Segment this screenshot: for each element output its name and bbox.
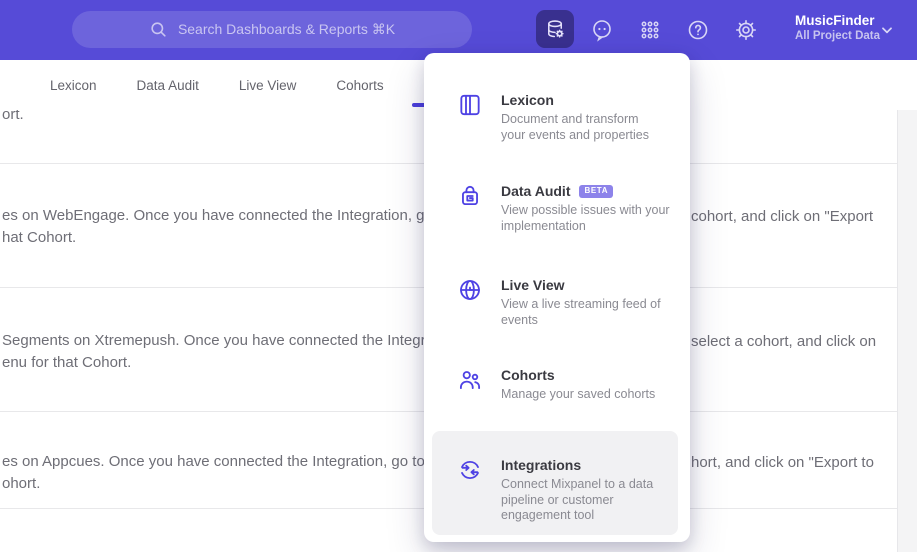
row-webengage-right: cohort, and click on "Export (691, 208, 874, 225)
apps-grid-icon (638, 18, 662, 42)
menu-item-description: View a live streaming feed of events (501, 297, 661, 327)
tab-cohorts[interactable]: Cohorts (336, 78, 383, 93)
menu-item-data-audit[interactable]: Data Audit BETA View possible issues wit… (457, 182, 682, 234)
menu-item-description: Manage your saved cohorts (501, 387, 656, 401)
row-webengage-line1: es on WebEngage. Once you have connected… (2, 207, 432, 224)
chevron-down-icon[interactable] (879, 22, 895, 38)
menu-item-description: View possible issues with your implement… (501, 203, 670, 233)
data-management-button[interactable] (536, 10, 574, 48)
search-placeholder: Search Dashboards & Reports ⌘K (177, 21, 396, 37)
globe-icon (457, 277, 483, 328)
row-appcues-line1: es on Appcues. Once you have connected t… (2, 453, 432, 470)
app-header: Search Dashboards & Reports ⌘K MusicFind… (0, 0, 917, 60)
menu-item-title: Lexicon (501, 92, 554, 108)
menu-item-title: Cohorts (501, 367, 555, 383)
menu-item-integrations[interactable]: Integrations Connect Mixpanel to a data … (432, 431, 678, 535)
audit-lock-icon (457, 183, 483, 234)
menu-item-integrations-content: Integrations Connect Mixpanel to a data … (457, 456, 682, 524)
row-appcues-line2: ohort. (2, 475, 41, 492)
book-icon (457, 92, 483, 143)
apps-grid-button[interactable] (638, 18, 662, 42)
menu-item-lexicon[interactable]: Lexicon Document and transform your even… (457, 91, 682, 143)
help-button[interactable] (686, 18, 710, 42)
row-xtremepush-right: select a cohort, and click on (691, 333, 877, 350)
beta-badge: BETA (579, 184, 614, 198)
row-webengage-line2: hat Cohort. (2, 229, 77, 246)
page-gutter (897, 110, 917, 552)
menu-item-title: Integrations (501, 457, 582, 473)
feedback-icon (590, 18, 614, 42)
row-xtremepush-line1: Segments on Xtremepush. Once you have co… (2, 332, 432, 349)
menu-item-description: Document and transform your events and p… (501, 112, 650, 142)
menu-item-title: Live View (501, 277, 565, 293)
search-icon (149, 20, 168, 39)
tab-lexicon[interactable]: Lexicon (50, 78, 97, 93)
menu-item-title: Data Audit BETA (501, 182, 679, 200)
settings-icon (734, 18, 758, 42)
data-management-icon (544, 18, 567, 41)
search-input[interactable]: Search Dashboards & Reports ⌘K (72, 11, 472, 48)
tab-live-view[interactable]: Live View (239, 78, 297, 93)
users-icon (457, 367, 483, 403)
data-management-dropdown: Lexicon Document and transform your even… (424, 53, 690, 542)
help-icon (686, 18, 710, 42)
menu-item-live-view[interactable]: Live View View a live streaming feed of … (457, 276, 682, 328)
feedback-button[interactable] (590, 18, 614, 42)
menu-item-cohorts[interactable]: Cohorts Manage your saved cohorts (457, 366, 682, 403)
settings-button[interactable] (734, 18, 758, 42)
menu-item-description: Connect Mixpanel to a data pipeline or c… (501, 477, 654, 522)
sync-arrows-icon (457, 457, 483, 524)
tab-data-audit[interactable]: Data Audit (137, 78, 199, 93)
row-xtremepush-line2: enu for that Cohort. (2, 354, 132, 371)
row-appcues-right: hort, and click on "Export to (691, 454, 874, 471)
